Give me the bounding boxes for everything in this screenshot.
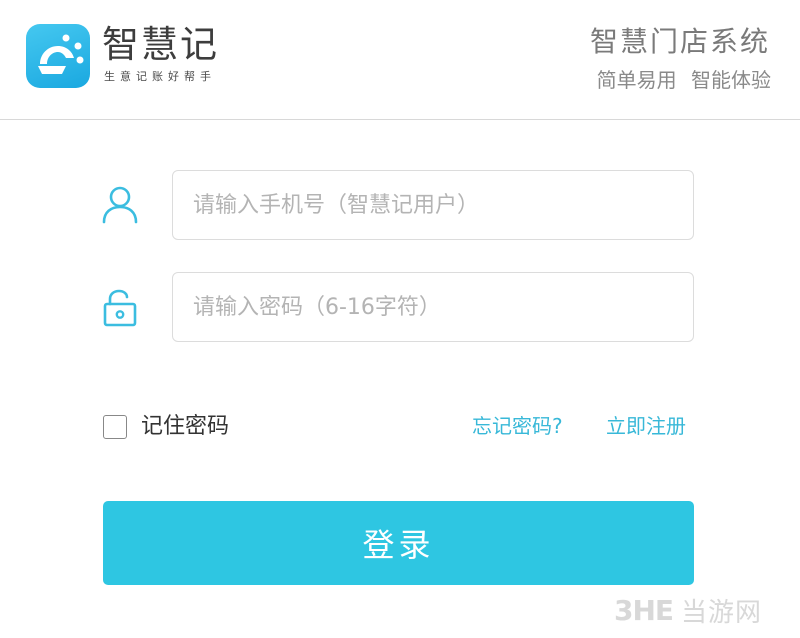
register-link[interactable]: 立即注册 [606,412,686,440]
brand-name: 智慧记 [102,23,219,66]
unlock-icon [100,288,140,328]
phone-input[interactable] [193,171,673,239]
phone-field[interactable] [172,170,694,240]
system-title: 智慧门店系统 [589,25,770,58]
forgot-password-link[interactable]: 忘记密码? [472,412,563,440]
app-logo-icon [26,24,90,88]
password-field[interactable] [172,272,694,342]
app-header: 智慧记 生意记账好帮手 智慧门店系统 简单易用 智能体验 [0,0,800,120]
user-icon [100,184,140,224]
remember-password[interactable]: 记住密码 [103,413,229,441]
watermark-logo: 3HE [614,593,674,627]
brand-slogan: 生意记账好帮手 [104,70,216,83]
remember-checkbox[interactable] [103,415,127,439]
password-input[interactable] [193,273,673,341]
login-button[interactable]: 登录 [103,501,694,585]
watermark: 3HE 当游网 [614,590,762,630]
watermark-text: 当游网 [681,597,763,628]
system-subtitle: 简单易用 智能体验 [596,68,771,92]
remember-label: 记住密码 [141,414,230,439]
